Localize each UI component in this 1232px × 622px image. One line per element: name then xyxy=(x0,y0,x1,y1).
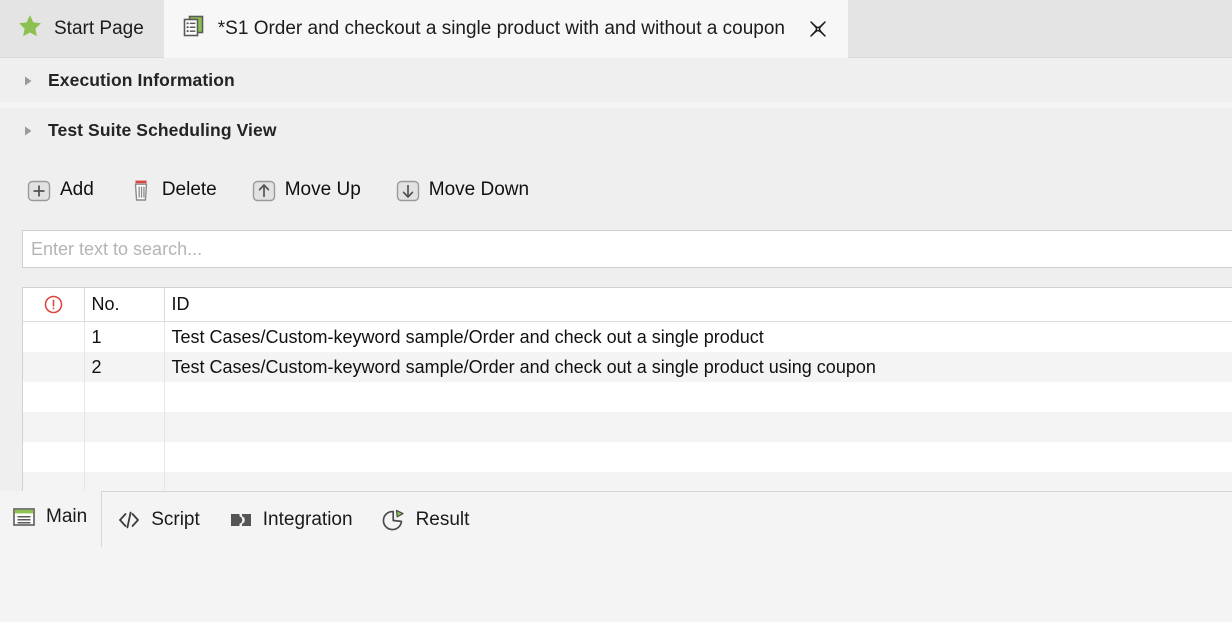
search-input[interactable] xyxy=(23,231,1232,267)
table-row[interactable]: 2 Test Cases/Custom-keyword sample/Order… xyxy=(23,352,1232,382)
integration-plug-icon xyxy=(228,507,254,533)
table-row-empty[interactable] xyxy=(23,382,1232,412)
trash-icon xyxy=(127,176,155,204)
button-label: Move Up xyxy=(284,179,361,200)
arrow-up-box-icon xyxy=(250,176,278,204)
test-suite-icon xyxy=(181,13,207,45)
add-button[interactable]: Add xyxy=(25,176,94,204)
table-row-empty[interactable] xyxy=(23,412,1232,442)
close-icon[interactable] xyxy=(808,19,828,39)
arrow-down-box-icon xyxy=(394,176,422,204)
tab-start-page[interactable]: Start Page xyxy=(0,0,164,58)
delete-button[interactable]: Delete xyxy=(127,176,217,204)
error-circle-icon xyxy=(43,294,64,315)
row-id-cell: Test Cases/Custom-keyword sample/Order a… xyxy=(164,352,1232,382)
table-header-row: No. ID xyxy=(23,288,1232,322)
search-field-wrapper[interactable] xyxy=(22,230,1232,268)
button-label: Move Down xyxy=(428,179,530,200)
code-icon xyxy=(116,507,142,533)
button-label: Add xyxy=(60,179,94,200)
button-label: Delete xyxy=(161,179,217,200)
chevron-right-icon xyxy=(22,124,34,136)
tab-result[interactable]: Result xyxy=(367,494,484,545)
tab-label: *S1 Order and checkout a single product … xyxy=(217,18,785,39)
tab-label: Start Page xyxy=(54,18,144,39)
table-row[interactable]: 1 Test Cases/Custom-keyword sample/Order… xyxy=(23,321,1232,352)
test-case-table[interactable]: No. ID 1 Test Cases/Custom-keyword sampl… xyxy=(22,287,1232,516)
tab-script[interactable]: Script xyxy=(102,494,214,545)
row-no-cell: 1 xyxy=(84,321,165,352)
column-header-no[interactable]: No. xyxy=(84,288,165,322)
editor-view-tab-panel: Script Integration Result xyxy=(101,491,1232,547)
section-title: Test Suite Scheduling View xyxy=(48,119,277,140)
section-execution-information[interactable]: Execution Information xyxy=(0,58,1232,102)
test-suite-main-panel: Add Delete Move Up Move Down Enter text … xyxy=(0,152,1232,548)
plus-box-icon xyxy=(25,176,53,204)
pie-chart-icon xyxy=(381,507,407,533)
tab-bar-empty-area xyxy=(847,0,1232,58)
chevron-right-icon xyxy=(22,74,34,86)
row-id-cell: Test Cases/Custom-keyword sample/Order a… xyxy=(164,321,1232,352)
row-no-cell: 2 xyxy=(84,352,165,382)
tab-test-suite-s1[interactable]: *S1 Order and checkout a single product … xyxy=(163,0,848,58)
tab-main[interactable]: Main xyxy=(0,491,101,542)
star-icon xyxy=(17,13,43,45)
tab-integration[interactable]: Integration xyxy=(214,494,367,545)
row-flag-cell xyxy=(23,352,85,382)
tab-label: Main xyxy=(46,505,88,527)
table-body: 1 Test Cases/Custom-keyword sample/Order… xyxy=(23,321,1232,515)
main-window-icon xyxy=(11,504,37,530)
section-test-suite-scheduling-view[interactable]: Test Suite Scheduling View xyxy=(0,108,1232,152)
column-header-id[interactable]: ID xyxy=(164,288,1232,322)
editor-tab-bar: Start Page *S1 Order and checkout a sing… xyxy=(0,0,1232,58)
tab-label: Script xyxy=(151,508,200,530)
editor-view-tab-bar: Main Script Integration Result xyxy=(0,491,1232,548)
move-up-button[interactable]: Move Up xyxy=(250,176,361,204)
test-case-toolbar: Add Delete Move Up Move Down xyxy=(0,152,1232,204)
row-flag-cell xyxy=(23,321,85,352)
section-title: Execution Information xyxy=(48,69,235,90)
tab-label: Integration xyxy=(262,508,353,530)
column-header-flag[interactable] xyxy=(23,288,85,322)
tab-label: Result xyxy=(415,508,470,530)
move-down-button[interactable]: Move Down xyxy=(394,176,529,204)
table-row-empty[interactable] xyxy=(23,442,1232,472)
